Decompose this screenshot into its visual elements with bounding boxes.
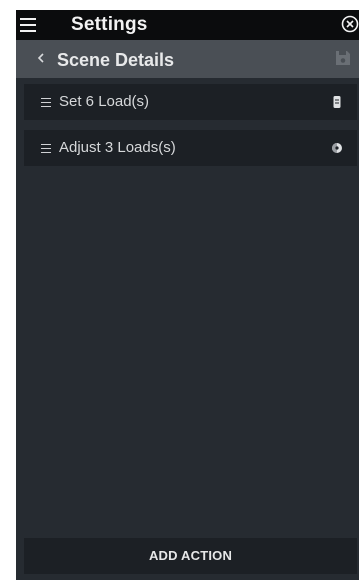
- chevron-left-icon[interactable]: [36, 51, 46, 65]
- drag-handle-icon[interactable]: [41, 98, 51, 107]
- add-action-button[interactable]: ADD ACTION: [24, 538, 357, 574]
- settings-header: Settings: [16, 10, 359, 40]
- scene-details-header: Scene Details: [16, 40, 359, 78]
- action-row-adjust-loads[interactable]: Adjust 3 Loads(s): [24, 130, 357, 166]
- settings-panel: Settings Scene Details Set 6 Load(s) Adj…: [16, 10, 359, 580]
- save-icon[interactable]: [335, 50, 351, 66]
- action-row-set-loads[interactable]: Set 6 Load(s): [24, 84, 357, 120]
- load-device-icon: [331, 95, 343, 109]
- drag-handle-icon[interactable]: [41, 144, 51, 153]
- hamburger-menu-icon[interactable]: [20, 18, 38, 32]
- page-title: Settings: [71, 14, 148, 35]
- scene-details-title: Scene Details: [57, 50, 175, 70]
- action-label: Set 6 Load(s): [59, 93, 150, 110]
- adjust-load-icon: [331, 141, 343, 155]
- action-label: Adjust 3 Loads(s): [59, 139, 176, 156]
- close-icon[interactable]: [341, 15, 359, 33]
